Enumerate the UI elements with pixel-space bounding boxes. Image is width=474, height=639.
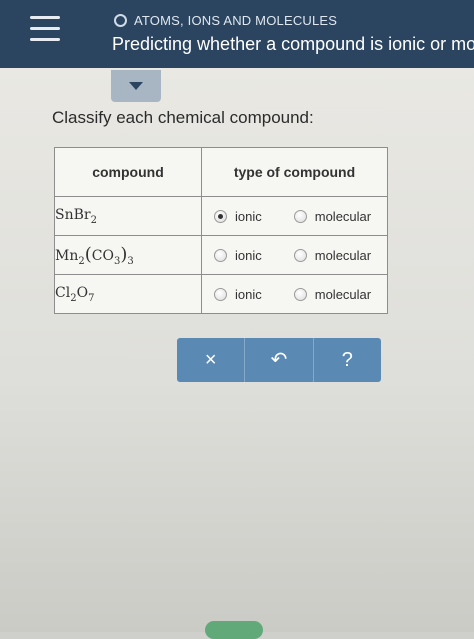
molecular-label: molecular [314, 208, 372, 224]
formula-part: Mn [55, 247, 79, 264]
radio-icon[interactable] [214, 248, 227, 262]
ionic-label: ionic [235, 286, 262, 302]
ionic-radio-option[interactable]: ionic [214, 287, 262, 302]
formula-subscript: 7 [88, 292, 95, 304]
formula-part: CO [91, 247, 114, 264]
type-options: ionic molecular [201, 196, 388, 236]
molecular-label: molecular [314, 286, 372, 302]
compound-table: compound type of compound SnBr2 ionic mo… [54, 147, 388, 314]
table-header-row: compound type of compound [54, 147, 388, 197]
ionic-radio-option[interactable]: ionic [214, 248, 262, 263]
compound-column-header: compound [54, 147, 202, 197]
page-title: Predicting whether a compound is ionic o… [112, 34, 474, 54]
formula-subscript: 3 [127, 255, 134, 267]
compound-formula: SnBr2 [54, 196, 202, 236]
radio-icon[interactable] [293, 287, 307, 301]
radio-icon[interactable] [293, 209, 307, 223]
formula-subscript: 2 [90, 214, 97, 226]
clear-button[interactable]: × [177, 338, 244, 382]
molecular-radio-option[interactable]: molecular [293, 247, 372, 263]
radio-selected-icon[interactable] [214, 209, 227, 223]
table-row: Mn2(CO3)3 ionic molecular [54, 235, 388, 275]
compound-formula: Mn2(CO3)3 [54, 235, 202, 275]
check-button[interactable] [205, 621, 263, 639]
type-options: ionic molecular [201, 235, 388, 275]
expand-dropdown-button[interactable] [111, 70, 161, 102]
formula-part: O [76, 284, 89, 301]
question-prompt: Classify each chemical compound: [52, 108, 314, 127]
molecular-radio-option[interactable]: molecular [293, 286, 372, 302]
radio-icon[interactable] [293, 248, 307, 262]
top-bar: ATOMS, IONS AND MOLECULES Predicting whe… [0, 0, 474, 68]
table-row: SnBr2 ionic molecular [54, 196, 388, 236]
type-column-header: type of compound [201, 147, 388, 197]
table-row: Cl2O7 ionic molecular [54, 274, 388, 314]
hamburger-menu-icon[interactable] [30, 16, 60, 44]
chevron-down-icon [129, 82, 143, 90]
ionic-radio-option[interactable]: ionic [214, 209, 262, 224]
type-options: ionic molecular [201, 274, 388, 314]
topic-breadcrumb: ATOMS, IONS AND MOLECULES [134, 12, 338, 28]
formula-part: SnBr [55, 206, 91, 223]
undo-icon: ↶ [270, 349, 288, 371]
close-icon: × [204, 349, 217, 371]
molecular-radio-option[interactable]: molecular [293, 208, 372, 224]
circle-icon [114, 13, 127, 27]
help-icon: ? [341, 349, 353, 371]
radio-icon[interactable] [214, 287, 227, 301]
undo-button[interactable]: ↶ [244, 338, 312, 382]
breadcrumb: ATOMS, IONS AND MOLECULES [114, 10, 337, 30]
ionic-label: ionic [235, 247, 262, 263]
compound-formula: Cl2O7 [54, 274, 202, 314]
molecular-label: molecular [314, 247, 372, 263]
ionic-label: ionic [235, 208, 262, 224]
answer-toolbar: × ↶ ? [177, 338, 381, 382]
help-button[interactable]: ? [312, 338, 381, 382]
formula-part: Cl [55, 284, 71, 301]
